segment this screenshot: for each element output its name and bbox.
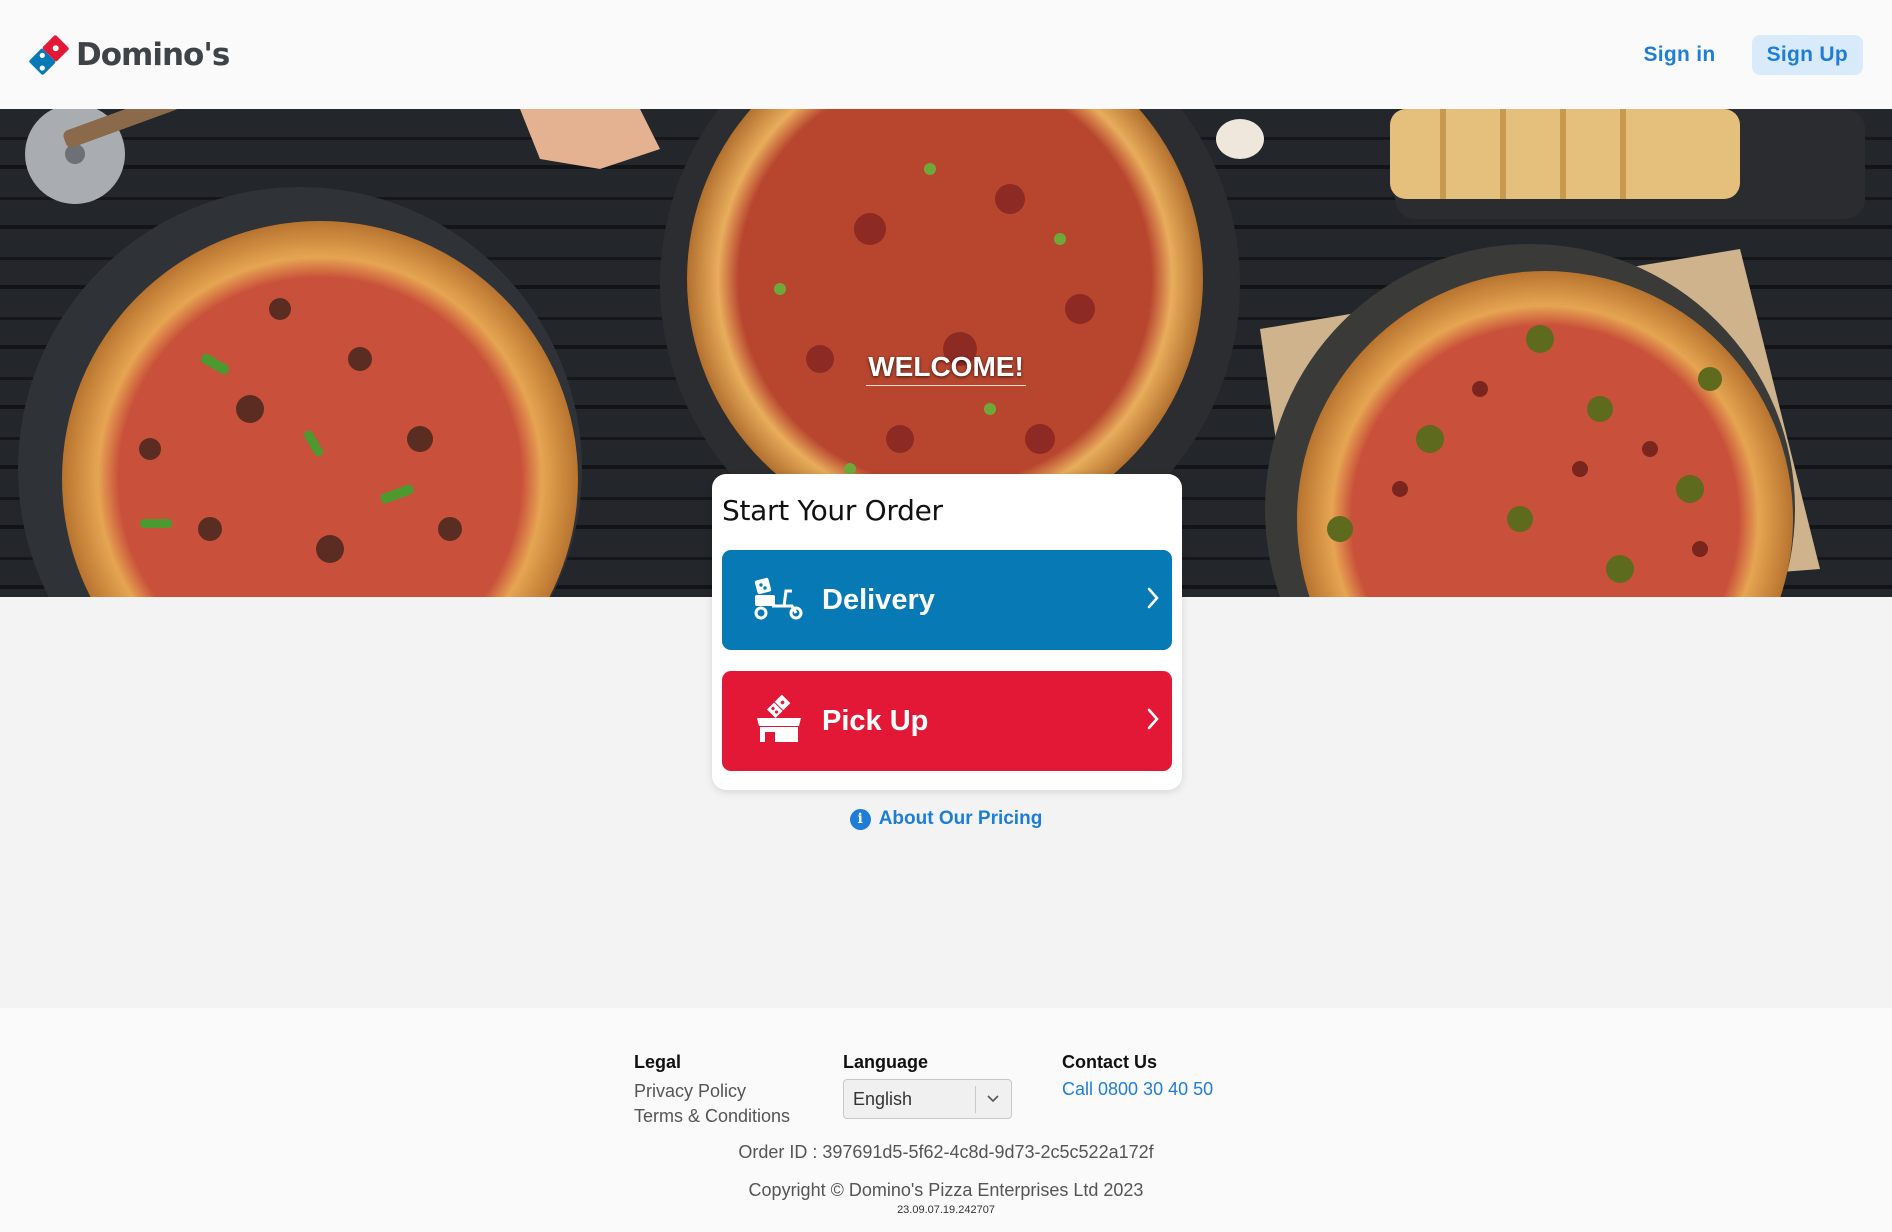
language-select[interactable]: English <box>843 1079 1012 1119</box>
store-pickup-icon <box>757 694 801 742</box>
language-section: Language English <box>843 1052 1012 1119</box>
select-divider <box>975 1086 976 1113</box>
welcome-heading: WELCOME! <box>0 351 1892 386</box>
info-icon: i <box>849 808 871 830</box>
contact-section: Contact Us Call 0800 30 40 50 <box>1062 1052 1213 1100</box>
legal-heading: Legal <box>634 1052 682 1072</box>
welcome-text: WELCOME! <box>866 351 1026 386</box>
site-footer: Legal Privacy Policy Terms & Conditions … <box>0 1008 1892 1232</box>
call-phone-link[interactable]: Call 0800 30 40 50 <box>1062 1079 1213 1099</box>
chevron-right-icon <box>1147 587 1159 609</box>
chevron-down-icon <box>987 1095 999 1103</box>
pickup-button[interactable]: Pick Up <box>722 671 1172 771</box>
chevron-right-icon <box>1147 708 1159 730</box>
delivery-label: Delivery <box>822 583 935 616</box>
start-order-title: Start Your Order <box>722 494 943 527</box>
legal-section: Legal Privacy Policy Terms & Conditions <box>634 1052 790 1129</box>
privacy-policy-link[interactable]: Privacy Policy <box>634 1079 790 1104</box>
site-header: Domino's Sign in Sign Up <box>0 0 1892 109</box>
terms-conditions-link[interactable]: Terms & Conditions <box>634 1104 790 1129</box>
about-pricing-label[interactable]: About Our Pricing <box>879 808 1043 830</box>
sign-up-button[interactable]: Sign Up <box>1751 34 1863 75</box>
start-order-card: Start Your Order Delivery Pick Up <box>712 474 1182 790</box>
domino-tile-icon <box>29 34 69 75</box>
pickup-label: Pick Up <box>822 704 929 737</box>
order-id-text: Order ID : 397691d5-5f62-4c8d-9d73-2c5c5… <box>738 1142 1154 1162</box>
dominos-logo[interactable]: Domino's <box>28 34 230 76</box>
auth-actions: Sign in Sign Up <box>1629 34 1863 75</box>
contact-heading: Contact Us <box>1062 1052 1158 1072</box>
copyright-text: Copyright © Domino's Pizza Enterprises L… <box>748 1180 1144 1200</box>
sign-in-button[interactable]: Sign in <box>1629 35 1729 75</box>
brand-wordmark: Domino's <box>76 36 230 73</box>
language-heading: Language <box>843 1052 929 1072</box>
delivery-scooter-icon <box>754 577 803 620</box>
about-pricing-link[interactable]: i About Our Pricing <box>0 808 1892 830</box>
language-selected-value: English <box>853 1088 913 1109</box>
version-text: 23.09.07.19.242707 <box>897 1204 995 1216</box>
delivery-button[interactable]: Delivery <box>722 550 1172 650</box>
